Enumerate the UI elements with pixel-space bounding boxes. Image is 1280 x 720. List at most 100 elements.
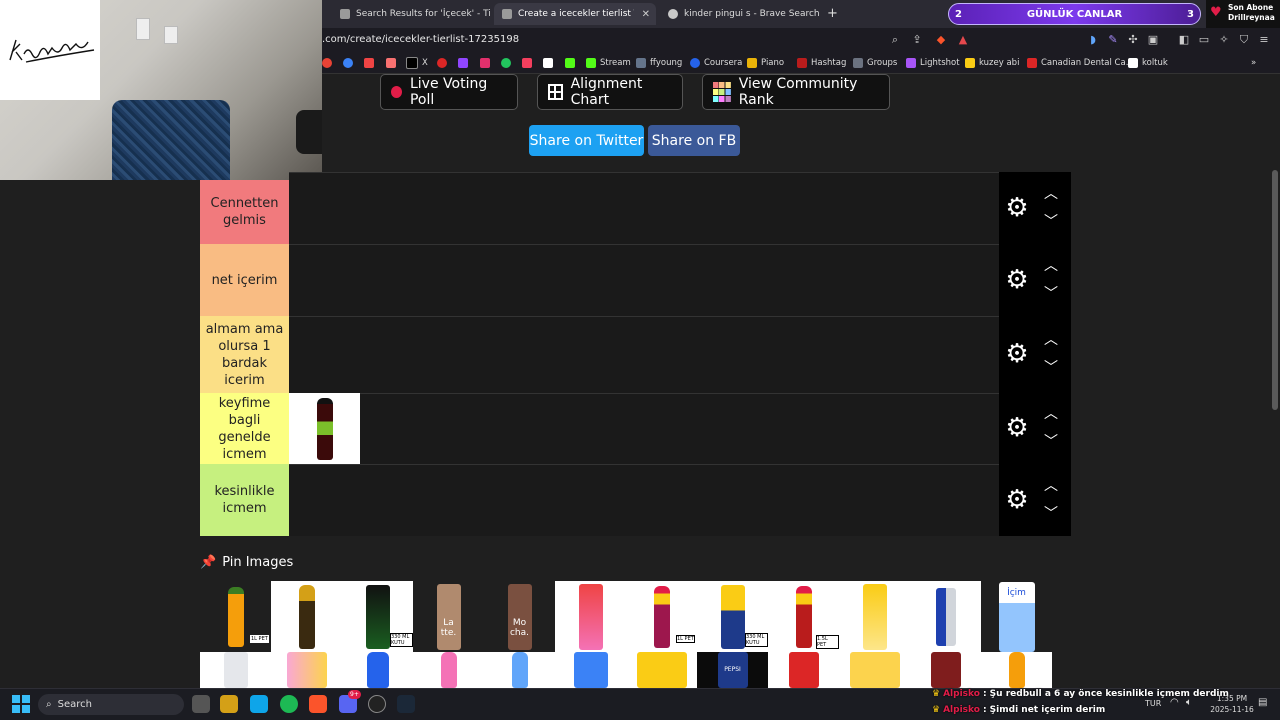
pool-item-pink-bottle[interactable]	[413, 652, 484, 688]
kick-bookmark-icon[interactable]	[565, 55, 575, 71]
taskbar-search[interactable]: ⌕ Search	[38, 694, 184, 715]
more-bookmarks-icon[interactable]: »	[1251, 55, 1256, 71]
tab-create-tierlist[interactable]: Create a icecekler tierlist Tier List ✕	[494, 3, 656, 25]
language-indicator[interactable]: TUR	[1145, 699, 1161, 708]
pool-item-latte[interactable]: La tte.	[413, 581, 484, 652]
gear-icon[interactable]: ⚙	[1003, 340, 1031, 368]
pool-item-milk-drinks[interactable]	[271, 652, 342, 688]
live-voting-poll-button[interactable]: Live Voting Poll	[380, 74, 518, 110]
pool-item-orange-bottle[interactable]	[981, 652, 1052, 688]
page-scrollbar[interactable]	[1271, 74, 1280, 688]
tier-row-2[interactable]	[289, 244, 999, 316]
bookmark-lightshot[interactable]: Lightshot	[906, 55, 960, 71]
edge-bookmark-icon[interactable]	[343, 55, 353, 71]
gear-icon[interactable]: ⚙	[1003, 194, 1031, 222]
share-twitter-button[interactable]: Share on Twitter	[529, 125, 644, 156]
notifications-icon[interactable]: ▤	[1258, 697, 1267, 708]
tier-item-fuse-tea-bottle[interactable]	[289, 393, 360, 464]
pool-item-ayran[interactable]	[200, 652, 271, 688]
chevron-up-icon[interactable]: ︿	[1041, 478, 1061, 494]
share-facebook-button[interactable]: Share on FB	[648, 125, 740, 156]
alignment-chart-button[interactable]: Alignment Chart	[537, 74, 683, 110]
tier-row-4[interactable]	[289, 393, 999, 464]
new-tab-button[interactable]: +	[827, 6, 838, 21]
tier-label-3[interactable]: almam ama olursa 1 bardak icerim	[200, 316, 289, 393]
whatsapp-bookmark-icon[interactable]	[501, 55, 511, 71]
pool-item-red-bull[interactable]	[910, 581, 981, 652]
menu-icon[interactable]: ≡	[1257, 33, 1271, 47]
bookmark-ffyoung[interactable]: ffyoung	[636, 55, 682, 71]
gmail-bookmark-icon[interactable]	[386, 55, 396, 71]
chevron-down-icon[interactable]: ﹀	[1041, 286, 1061, 302]
pool-item-didi[interactable]	[555, 652, 626, 688]
pool-item-lipton-peach[interactable]: 1.5L PET	[768, 581, 839, 652]
chevron-up-icon[interactable]: ︿	[1041, 332, 1061, 348]
pool-item-yellow-pack[interactable]	[626, 652, 697, 688]
chevron-down-icon[interactable]: ﹀	[1041, 214, 1061, 230]
brave-icon[interactable]	[309, 695, 327, 713]
steam-icon[interactable]	[397, 695, 415, 713]
youtube-bookmark-icon[interactable]	[364, 55, 374, 71]
amazon-bookmark-icon[interactable]	[543, 55, 553, 71]
file-explorer-icon[interactable]	[220, 695, 238, 713]
ai-icon[interactable]: ✧	[1217, 33, 1231, 47]
tier-label-2[interactable]: net içerim	[200, 244, 289, 316]
chevron-up-icon[interactable]: ︿	[1041, 258, 1061, 274]
bookmark-x[interactable]: X	[406, 55, 428, 71]
chevron-up-icon[interactable]: ︿	[1041, 186, 1061, 202]
discord-icon[interactable]: 9+	[339, 690, 361, 713]
tab-search-results[interactable]: Search Results for 'İçecek' - TierMaker	[332, 3, 490, 25]
view-community-rank-button[interactable]: View Community Rank	[702, 74, 890, 110]
vpn-shield-icon[interactable]: ⛉	[1237, 33, 1251, 47]
task-view-icon[interactable]	[192, 695, 210, 713]
tier-row-3[interactable]	[289, 316, 999, 393]
wallet-icon[interactable]: ▣	[1146, 33, 1160, 47]
leo-icon[interactable]: ✎	[1106, 33, 1120, 47]
bookmark-kuzey-abi[interactable]: kuzey abi	[965, 55, 1019, 71]
spotify-icon[interactable]	[280, 695, 298, 713]
pool-item-dimes-pineapple[interactable]	[839, 581, 910, 652]
pool-item-lipton-red[interactable]: 1L PET	[626, 581, 697, 652]
chevron-down-icon[interactable]: ﹀	[1041, 506, 1061, 522]
pool-item-icim-milk[interactable]: İçim	[981, 581, 1052, 652]
pool-item-malt-beer[interactable]	[271, 581, 342, 652]
gear-icon[interactable]: ⚙	[1003, 414, 1031, 442]
wifi-icon[interactable]: ◠	[1170, 697, 1179, 708]
pool-item-lipton-can[interactable]: 330 ML KUTU	[697, 581, 768, 652]
scrollbar-thumb[interactable]	[1272, 170, 1278, 410]
bookmark-piano[interactable]: Piano	[747, 55, 784, 71]
pool-item-water[interactable]	[484, 652, 555, 688]
pool-item-red-pack[interactable]	[768, 652, 839, 688]
obs-icon[interactable]	[368, 695, 386, 713]
bookmark-stream[interactable]: Stream	[586, 55, 631, 71]
close-tab-icon[interactable]: ✕	[642, 9, 650, 20]
pool-item-dimes-juice[interactable]	[555, 581, 626, 652]
bookmark-canadian-dental[interactable]: Canadian Dental Ca...	[1027, 55, 1134, 71]
tier-row-5[interactable]	[289, 464, 999, 536]
pool-item-nesquik[interactable]	[839, 652, 910, 688]
chevron-down-icon[interactable]: ﹀	[1041, 360, 1061, 376]
tab-groups-icon[interactable]: ▭	[1197, 33, 1211, 47]
tier-row-1[interactable]	[289, 172, 999, 244]
bookmark-hashtag[interactable]: Hashtag	[797, 55, 846, 71]
bookmark-coursera[interactable]: Coursera	[690, 55, 742, 71]
extensions-icon[interactable]: ✣	[1126, 33, 1140, 47]
zoom-icon[interactable]: ⌕	[888, 33, 902, 47]
pool-item-orange-soda[interactable]: 1L PET	[200, 581, 271, 652]
tab-brave-search[interactable]: kinder pingui s - Brave Search	[660, 3, 820, 25]
pool-item-mountain-dew-can[interactable]: 330 ML KUTU	[342, 581, 413, 652]
chevron-down-icon[interactable]: ﹀	[1041, 434, 1061, 450]
brave-rewards-icon[interactable]: ▲	[956, 33, 970, 47]
pool-item-kefir[interactable]	[342, 652, 413, 688]
gear-icon[interactable]: ⚙	[1003, 486, 1031, 514]
twitch-bookmark-icon[interactable]	[458, 55, 468, 71]
tumblr-bookmark-icon[interactable]	[522, 55, 532, 71]
tier-label-1[interactable]: Cennetten gelmis	[200, 180, 289, 244]
pool-item-hot-chocolate[interactable]	[910, 652, 981, 688]
pool-item-pepsi[interactable]: PEPSI	[697, 652, 768, 688]
volume-icon[interactable]: 🔈︎	[1186, 697, 1192, 708]
sidebar-icon[interactable]: ◧	[1177, 33, 1191, 47]
windows-start-icon[interactable]	[12, 695, 30, 713]
share-icon[interactable]: ⇪	[910, 33, 924, 47]
photos-icon[interactable]	[250, 695, 268, 713]
